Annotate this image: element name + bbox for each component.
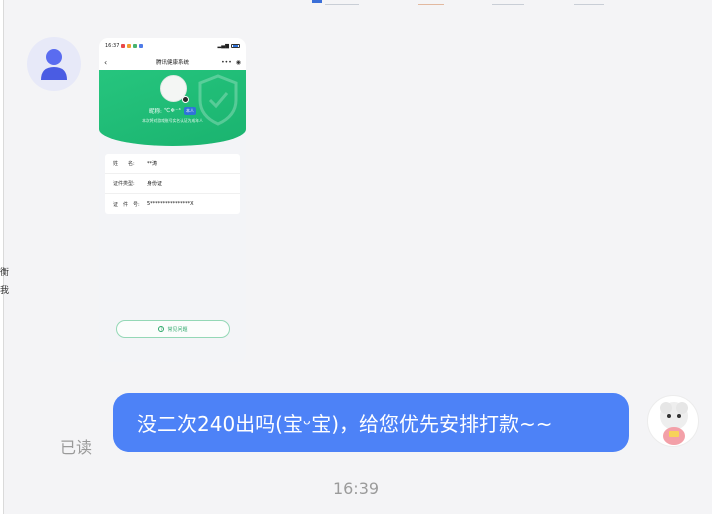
outgoing-message-bubble[interactable]: 没二次240出吗(宝ᵕ宝)，给您优先安排打款~~ (113, 393, 629, 452)
chevron-left-icon: ‹ (104, 57, 108, 67)
left-window-edge (0, 0, 4, 514)
contact-avatar[interactable] (27, 37, 81, 91)
faq-label: 常见问题 (167, 326, 188, 333)
notification-icon (139, 44, 144, 48)
nickname-row: 昵称: ℃❄⁻⁴ 本人 (99, 107, 246, 115)
question-icon: ? (158, 326, 165, 332)
nickname-label: 昵称: (149, 109, 162, 115)
info-value: 身份证 (147, 181, 163, 187)
avatar-badge (182, 96, 189, 103)
faq-button: ? 常见问题 (116, 320, 230, 338)
signal-icon: ▂▄▆ (217, 43, 229, 49)
message-timestamp: 16:39 (332, 479, 380, 498)
identity-info-card: 姓 名: **涛 证件类型: 身份证 证 件 号: 5*************… (105, 154, 240, 214)
self-tag-badge: 本人 (183, 107, 196, 115)
profile-hero: 昵称: ℃❄⁻⁴ 本人 本次将对游戏账号实名认证为成年人 (99, 70, 246, 146)
info-row-id-number: 证 件 号: 5****************X (105, 194, 240, 214)
screenshot-image-message[interactable]: 16:37 ▂▄▆ ‹ 腾讯健康系统 ••• ◉ 昵称: ℃❄⁻⁴ 本人 本次将… (99, 38, 246, 362)
info-label: 证件类型: (113, 181, 135, 187)
person-icon (41, 49, 67, 80)
target-icon: ◉ (235, 58, 241, 66)
edge-glyph-1: 衡 (0, 268, 10, 278)
read-status: 已读 (60, 438, 93, 457)
info-row-id-type: 证件类型: 身份证 (105, 174, 240, 194)
info-row-name: 姓 名: **涛 (105, 154, 240, 174)
my-avatar[interactable] (647, 395, 699, 447)
more-dots-icon: ••• (221, 58, 232, 66)
message-text: 没二次240出吗(宝ᵕ宝)，给您优先安排打款~~ (137, 412, 553, 436)
info-label: 证 件 号: (113, 201, 140, 208)
nickname-value: ℃❄⁻⁴ (163, 108, 181, 114)
cut-off-previous-content (0, 0, 712, 8)
notification-icon (133, 44, 138, 48)
battery-icon (231, 44, 240, 48)
info-label: 姓 名: (113, 161, 135, 167)
hero-description: 本次将对游戏账号实名认证为成年人 (142, 118, 203, 123)
phone-status-bar: 16:37 ▂▄▆ (99, 38, 246, 54)
info-value: 5****************X (147, 201, 194, 207)
edge-glyph-2: 我 (0, 286, 10, 296)
info-value: **涛 (147, 161, 158, 167)
notification-icon (127, 44, 132, 48)
status-time: 16:37 (105, 43, 120, 49)
notification-icon (121, 44, 126, 48)
phone-nav-bar: ‹ 腾讯健康系统 ••• ◉ (99, 54, 246, 70)
cartoon-character-icon (660, 402, 688, 445)
